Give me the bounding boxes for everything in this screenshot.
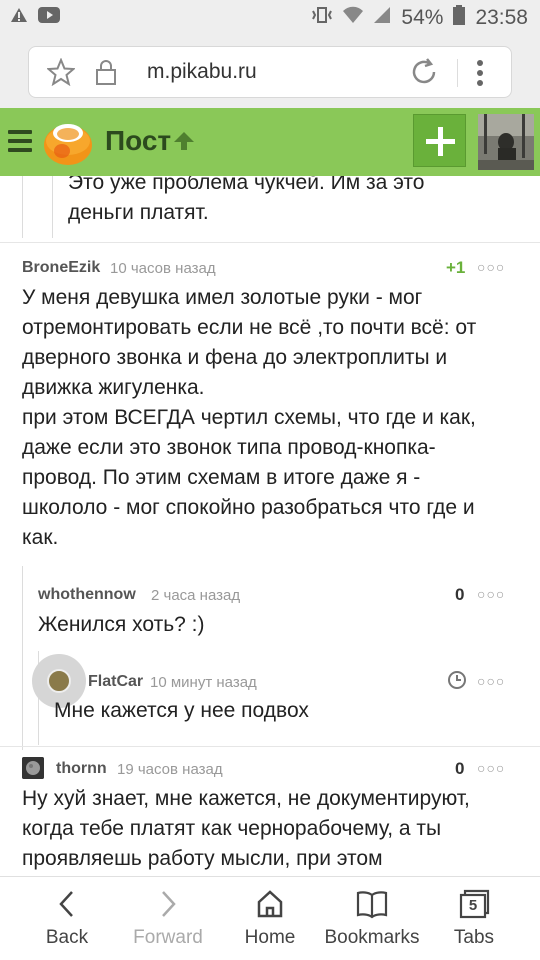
home-button[interactable]: Home: [220, 877, 320, 960]
comment-author[interactable]: thornn: [56, 760, 107, 778]
vibrate-icon: [311, 6, 333, 30]
thread-line: [52, 176, 53, 238]
comment-line: Женился хоть? :): [38, 613, 205, 636]
signal-icon: [373, 6, 391, 30]
comment-text: Ну хуй знает, мне кажется, не документир…: [22, 784, 532, 874]
page-title: Пост: [105, 125, 172, 156]
comment-time: 10 минут назад: [150, 674, 257, 691]
wifi-icon: [343, 6, 364, 30]
more-options-icon[interactable]: ○○○: [477, 259, 505, 275]
thread-line: [22, 566, 23, 750]
tabs-label: Tabs: [453, 927, 495, 948]
book-icon: [356, 889, 388, 924]
warning-icon: [10, 7, 28, 28]
hamburger-menu-icon[interactable]: [8, 130, 32, 154]
forward-label: Forward: [133, 927, 203, 948]
bookmark-star-icon[interactable]: [45, 57, 77, 91]
comment-author[interactable]: whothennow: [38, 586, 136, 604]
tabs-icon: 5: [458, 889, 490, 919]
more-options-icon[interactable]: ○○○: [477, 760, 505, 776]
comment-line: дверного звонка и фена до электроплиты и: [22, 346, 448, 369]
comment-line: школоло - мог спокойно разобраться что г…: [22, 496, 475, 519]
comment-text: У меня девушка имел золотые руки - мог о…: [22, 283, 532, 553]
comment-time: 19 часов назад: [117, 761, 223, 778]
comment-line: даже если это звонок типа провод-кнопка-: [22, 436, 436, 459]
avatar: [47, 669, 71, 693]
forward-button[interactable]: Forward: [118, 877, 218, 960]
comment-line: Ну хуй знает, мне кажется, не документир…: [22, 787, 470, 810]
chevron-left-icon: [57, 889, 77, 924]
url-text[interactable]: m.pikabu.ru: [147, 60, 257, 84]
back-button[interactable]: Back: [17, 877, 117, 960]
bookmarks-label: Bookmarks: [324, 927, 420, 948]
comment-line: Мне кажется у нее подвох: [54, 699, 309, 722]
browser-toolbar: m.pikabu.ru: [0, 36, 540, 108]
comment-time: 10 часов назад: [110, 260, 216, 277]
comment-line: проявляешь работу мысли, при этом: [22, 847, 383, 870]
comment-author[interactable]: BroneEzik: [22, 259, 100, 277]
youtube-icon: [38, 7, 60, 28]
comment-line: Это уже проблема чукчей. Им за это: [68, 176, 425, 194]
clock-icon: [447, 670, 467, 695]
comment-line: как.: [22, 526, 59, 549]
comment-time: 2 часа назад: [151, 587, 241, 604]
divider: [457, 59, 458, 87]
comment-author[interactable]: FlatCar: [88, 673, 143, 691]
chevron-right-icon: [158, 889, 178, 924]
comment-line: деньги платят.: [68, 201, 209, 224]
comment-line: отремонтировать если не всё ,то почти вс…: [22, 316, 477, 339]
comment-line: при этом ВСЕГДА чертил схемы, что где и …: [22, 406, 476, 429]
comments-feed: Это уже проблема чукчей. Им за это деньг…: [0, 176, 540, 876]
tabs-button[interactable]: 5 Tabs: [424, 877, 524, 960]
more-options-icon[interactable]: ○○○: [477, 586, 505, 602]
reload-icon[interactable]: [409, 57, 439, 92]
avatar[interactable]: [22, 757, 44, 779]
back-label: Back: [45, 927, 89, 948]
battery-icon: [453, 5, 466, 31]
status-bar: 54% 23:58: [0, 0, 540, 36]
plus-icon: [426, 127, 455, 156]
home-icon: [256, 889, 284, 924]
lock-icon: [95, 59, 117, 90]
comment-text: Женился хоть? :): [38, 610, 204, 640]
overflow-menu-icon[interactable]: [475, 59, 485, 92]
pikabu-logo[interactable]: [42, 117, 94, 172]
comment-line: движка жигуленка.: [22, 376, 205, 399]
user-avatar[interactable]: [478, 114, 534, 170]
battery-percent: 54%: [401, 6, 444, 29]
more-options-icon[interactable]: ○○○: [477, 673, 505, 689]
divider: [0, 242, 540, 243]
comment-text: Это уже проблема чукчей. Им за это деньг…: [68, 176, 424, 228]
bookmarks-button[interactable]: Bookmarks: [317, 877, 427, 960]
comment-rating: +1: [446, 258, 466, 277]
add-post-button[interactable]: [413, 114, 466, 167]
comment-line: когда тебе платят как чернорабочему, а т…: [22, 817, 442, 840]
status-time: 23:58: [475, 6, 528, 29]
comment-rating: 0: [455, 759, 465, 778]
scroll-up-arrow-icon[interactable]: [172, 130, 196, 157]
thread-line: [22, 176, 23, 238]
comment-line: У меня девушка имел золотые руки - мог: [22, 286, 423, 309]
browser-bottom-nav: Back Forward Home Bookmarks 5 Tabs: [0, 876, 540, 960]
tabs-count: 5: [468, 897, 478, 914]
comment-line: провод. По этим схемам в итоге даже я -: [22, 466, 421, 489]
divider: [0, 746, 540, 747]
home-label: Home: [244, 927, 296, 948]
comment-rating: 0: [455, 585, 465, 604]
comment-text: Мне кажется у нее подвох: [54, 696, 309, 726]
address-bar[interactable]: m.pikabu.ru: [28, 46, 512, 98]
